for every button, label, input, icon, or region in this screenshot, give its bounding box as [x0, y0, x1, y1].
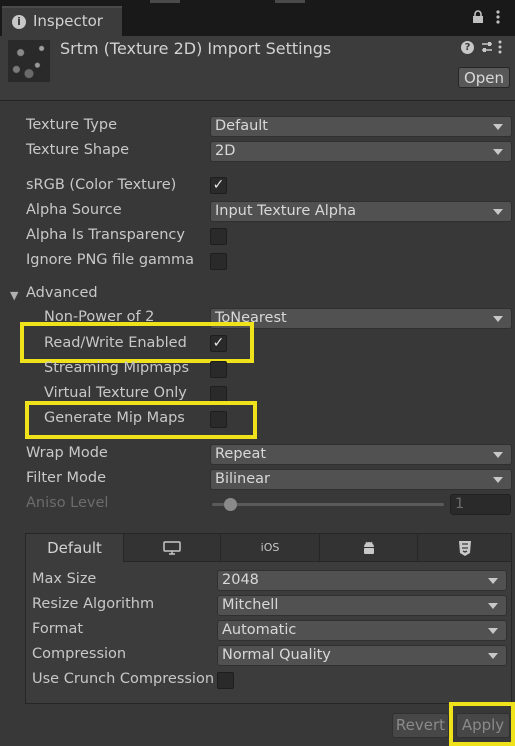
texture-shape-value: 2D	[215, 143, 236, 159]
tab-default[interactable]: Default	[26, 534, 124, 562]
alpha-source-value: Input Texture Alpha	[215, 203, 357, 219]
revert-button[interactable]: Revert	[392, 713, 449, 738]
virtual-texture-only-label: Virtual Texture Only	[44, 385, 187, 401]
tab-ios[interactable]: iOS	[221, 534, 320, 562]
highlight-read-write	[20, 322, 254, 363]
header-title: Srtm (Texture 2D) Import Settings	[60, 39, 332, 58]
preset-icon[interactable]	[480, 40, 494, 58]
filter-mode-value: Bilinear	[215, 471, 270, 487]
aniso-level-field[interactable]: 1	[450, 494, 511, 515]
ios-icon: iOS	[260, 541, 280, 554]
alpha-is-transparency-label: Alpha Is Transparency	[26, 227, 185, 243]
help-icon[interactable]: ?	[461, 41, 474, 54]
texture-type-label: Texture Type	[26, 117, 117, 133]
texture-shape-dropdown[interactable]: 2D	[210, 141, 512, 162]
monitor-icon	[163, 541, 181, 555]
aniso-level-slider-track[interactable]	[212, 503, 444, 506]
compression-label: Compression	[32, 646, 127, 662]
max-size-value: 2048	[222, 572, 259, 588]
chevron-down-icon	[493, 452, 503, 458]
srgb-label: sRGB (Color Texture)	[26, 177, 177, 193]
format-dropdown[interactable]: Automatic	[217, 620, 507, 641]
use-crunch-label: Use Crunch Compression	[32, 671, 215, 687]
chevron-down-icon	[493, 149, 503, 155]
top-strip-hint-1	[150, 0, 180, 3]
non-power-of-2-dropdown[interactable]: ToNearest	[210, 308, 512, 329]
wrap-mode-dropdown[interactable]: Repeat	[210, 444, 512, 465]
chevron-down-icon	[488, 578, 498, 584]
inspector-tab-label: Inspector	[33, 12, 103, 30]
highlight-apply	[449, 702, 515, 746]
chevron-down-icon	[493, 209, 503, 215]
ignore-png-gamma-label: Ignore PNG file gamma	[26, 252, 195, 268]
inspector-tab[interactable]: i Inspector	[2, 6, 122, 36]
open-button[interactable]: Open	[458, 67, 510, 88]
alpha-source-label: Alpha Source	[26, 202, 122, 218]
streaming-mipmaps-checkbox[interactable]	[210, 361, 227, 378]
resize-algorithm-value: Mitchell	[222, 597, 279, 613]
max-size-dropdown[interactable]: 2048	[217, 570, 507, 591]
chevron-down-icon	[493, 316, 503, 322]
alpha-source-dropdown[interactable]: Input Texture Alpha	[210, 201, 512, 222]
ignore-png-gamma-checkbox[interactable]	[210, 253, 227, 270]
kebab-menu-icon[interactable]	[496, 9, 500, 29]
highlight-generate-mip-maps	[25, 401, 257, 439]
format-label: Format	[32, 621, 84, 637]
tab-default-label: Default	[47, 539, 102, 557]
format-value: Automatic	[222, 622, 297, 638]
wrap-mode-value: Repeat	[215, 446, 267, 462]
texture-shape-label: Texture Shape	[26, 142, 130, 158]
settings-icon[interactable]	[498, 40, 502, 58]
compression-value: Normal Quality	[222, 647, 331, 663]
platform-tabs: Default iOS	[26, 534, 511, 562]
texture-type-dropdown[interactable]: Default	[210, 116, 512, 137]
chevron-down-icon	[493, 124, 503, 130]
tab-android[interactable]	[320, 534, 418, 562]
info-icon: i	[12, 15, 26, 29]
srgb-checkbox[interactable]: ✓	[210, 177, 227, 194]
streaming-mipmaps-label: Streaming Mipmaps	[44, 360, 190, 376]
resize-algorithm-dropdown[interactable]: Mitchell	[217, 595, 507, 616]
chevron-down-icon	[488, 628, 498, 634]
chevron-down-icon	[488, 603, 498, 609]
wrap-mode-label: Wrap Mode	[26, 445, 108, 461]
advanced-foldout-label[interactable]: Advanced	[26, 285, 98, 301]
chevron-down-icon	[488, 653, 498, 659]
lock-icon[interactable]	[472, 10, 484, 28]
resize-algorithm-label: Resize Algorithm	[32, 596, 155, 612]
filter-mode-label: Filter Mode	[26, 470, 107, 486]
max-size-label: Max Size	[32, 571, 97, 587]
top-strip-hint-2	[275, 0, 305, 3]
aniso-level-slider-handle[interactable]	[224, 498, 237, 511]
html5-icon	[458, 541, 471, 556]
aniso-level-label: Aniso Level	[26, 495, 109, 511]
tab-webgl[interactable]	[418, 534, 511, 562]
use-crunch-checkbox[interactable]	[217, 672, 234, 689]
alpha-is-transparency-checkbox[interactable]	[210, 228, 227, 245]
foldout-arrow-icon[interactable]: ▼	[10, 289, 18, 302]
compression-dropdown[interactable]: Normal Quality	[217, 645, 507, 666]
tab-standalone[interactable]	[124, 534, 221, 562]
texture-thumbnail	[8, 40, 50, 82]
android-icon	[363, 541, 374, 554]
filter-mode-dropdown[interactable]: Bilinear	[210, 469, 512, 490]
checkmark-icon: ✓	[212, 177, 225, 193]
chevron-down-icon	[493, 477, 503, 483]
texture-type-value: Default	[215, 118, 268, 134]
